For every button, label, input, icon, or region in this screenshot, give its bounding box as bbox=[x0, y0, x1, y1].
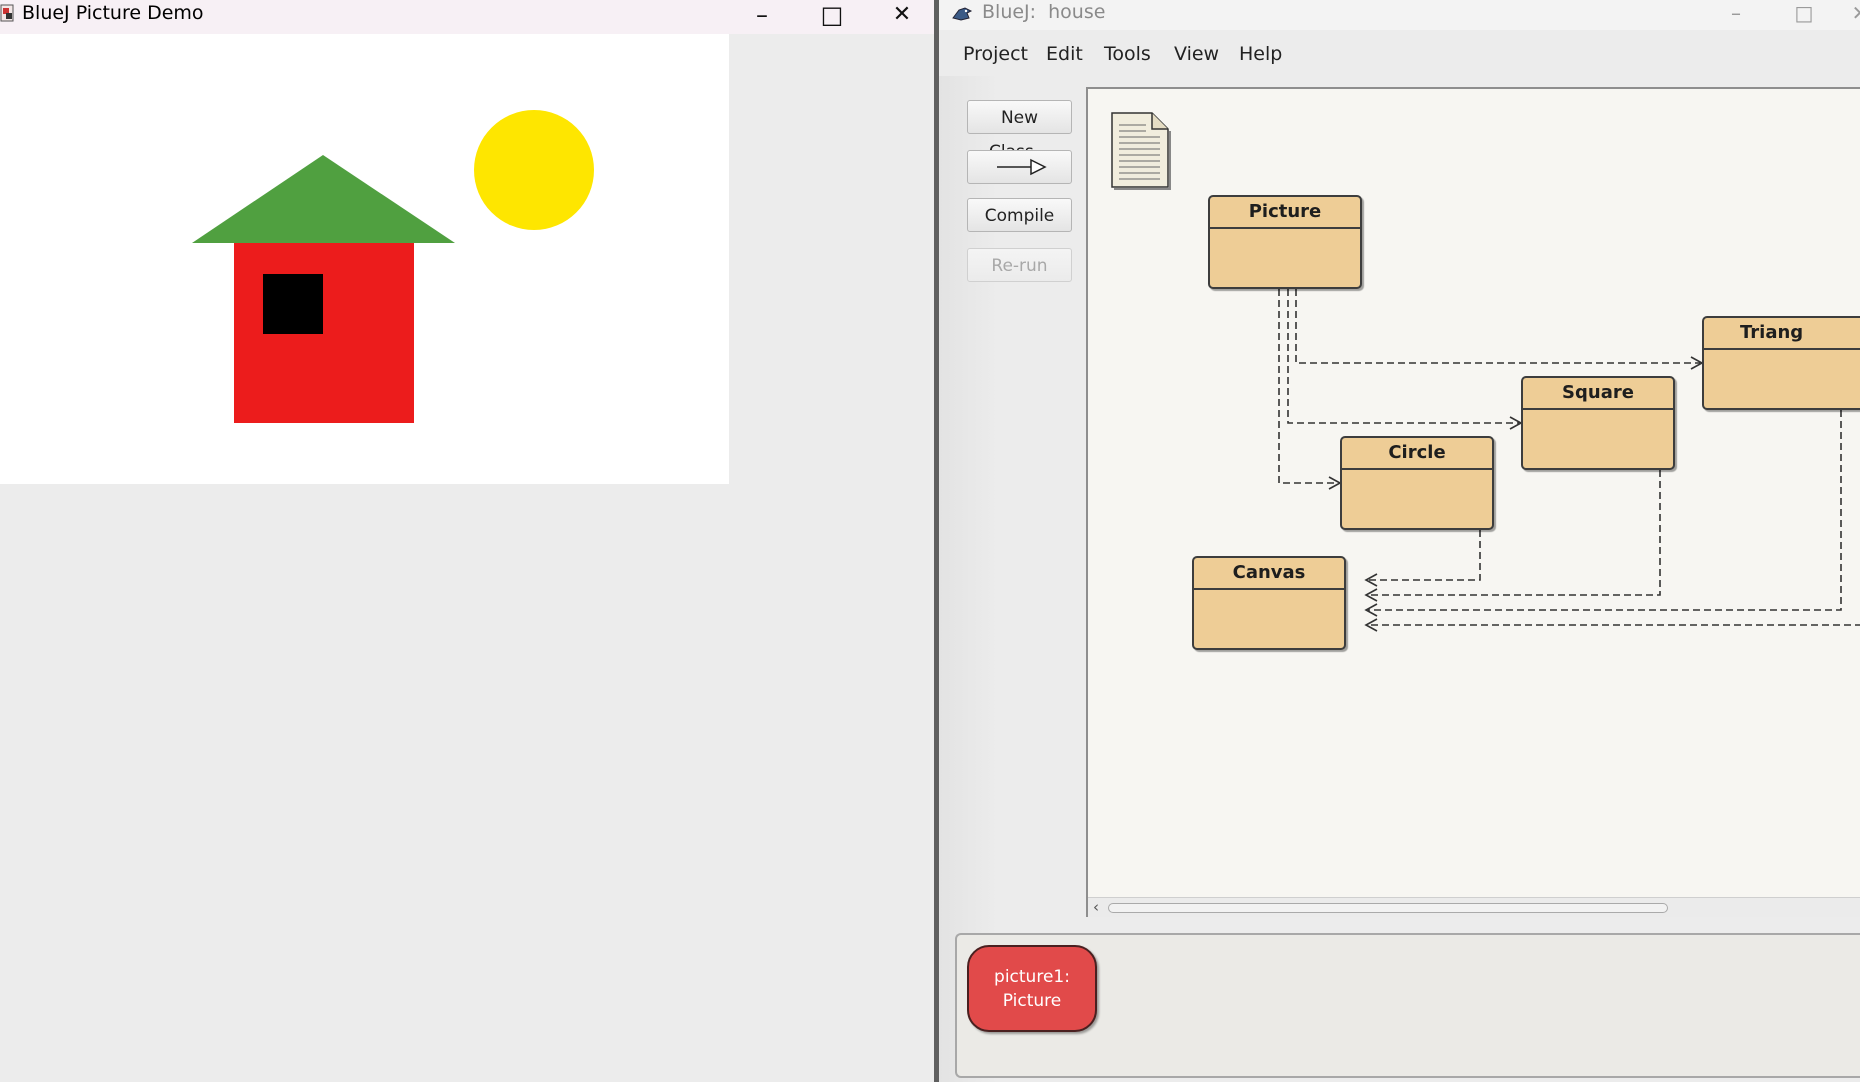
menu-help[interactable]: Help bbox=[1239, 43, 1282, 65]
close-button[interactable]: ✕ bbox=[882, 0, 922, 32]
minimize-button[interactable]: – bbox=[1721, 0, 1751, 28]
inheritance-arrow-icon bbox=[997, 158, 1047, 176]
menu-project[interactable]: Project bbox=[963, 43, 1028, 65]
class-name-label: Square bbox=[1523, 378, 1673, 410]
class-name-label: Picture bbox=[1210, 197, 1360, 229]
sun bbox=[474, 110, 594, 230]
bluej-main-window: BlueJ: house – □ ✕ Project Edit Tools Vi… bbox=[939, 0, 1860, 1082]
scroll-left-icon[interactable]: ‹ bbox=[1093, 898, 1099, 916]
picture-canvas bbox=[0, 34, 729, 484]
house-wall bbox=[234, 243, 414, 423]
house-roof bbox=[192, 155, 455, 243]
readme-document-icon[interactable] bbox=[1110, 111, 1172, 191]
demo-window-titlebar: BlueJ Picture Demo – □ ✕ bbox=[0, 0, 936, 34]
arrow-circle-canvas bbox=[1368, 530, 1481, 581]
new-inheritance-arrow-button[interactable] bbox=[967, 150, 1072, 184]
tool-panel: New Class... Compile Re-run bbox=[939, 76, 1087, 1082]
class-diagram[interactable]: Picture Triang Square Circle Canvas bbox=[1086, 87, 1860, 917]
class-square[interactable]: Square bbox=[1521, 376, 1675, 470]
maximize-button[interactable]: □ bbox=[812, 0, 852, 32]
house-window bbox=[263, 274, 323, 334]
maximize-button[interactable]: □ bbox=[1789, 0, 1819, 28]
new-class-button[interactable]: New Class... bbox=[967, 100, 1072, 162]
object-bench: picture1: Picture bbox=[955, 933, 1860, 1078]
menu-edit[interactable]: Edit bbox=[1046, 43, 1083, 65]
compile-button[interactable]: Compile bbox=[967, 198, 1072, 232]
arrow-picture-triangle bbox=[1295, 289, 1700, 364]
minimize-button[interactable]: – bbox=[742, 0, 782, 32]
menu-view[interactable]: View bbox=[1174, 43, 1219, 65]
menu-tools[interactable]: Tools bbox=[1104, 43, 1151, 65]
rerun-button[interactable]: Re-run bbox=[967, 248, 1072, 282]
bluej-app-icon bbox=[0, 4, 14, 22]
class-circle[interactable]: Circle bbox=[1340, 436, 1494, 530]
class-canvas[interactable]: Canvas bbox=[1192, 556, 1346, 650]
horizontal-scrollbar[interactable]: ‹ bbox=[1088, 897, 1860, 917]
class-triangle[interactable]: Triang bbox=[1702, 316, 1860, 410]
demo-window-title: BlueJ Picture Demo bbox=[22, 2, 204, 24]
menu-bar: Project Edit Tools View Help bbox=[939, 30, 1860, 76]
arrow-picture-square bbox=[1287, 289, 1519, 424]
object-type-label: Picture bbox=[1002, 990, 1062, 1011]
house-scene bbox=[192, 110, 594, 423]
bluej-titlebar: BlueJ: house – □ ✕ bbox=[939, 0, 1860, 30]
arrow-picture-circle bbox=[1278, 289, 1338, 484]
class-name-label: Canvas bbox=[1194, 558, 1344, 590]
scrollbar-thumb[interactable] bbox=[1108, 903, 1668, 913]
bluej-window-title: BlueJ: house bbox=[982, 1, 1106, 23]
class-name-label: Triang bbox=[1704, 318, 1860, 350]
class-name-label: Circle bbox=[1342, 438, 1492, 470]
class-picture[interactable]: Picture bbox=[1208, 195, 1362, 289]
object-picture1[interactable]: picture1: Picture bbox=[967, 945, 1097, 1032]
close-button[interactable]: ✕ bbox=[1845, 0, 1860, 28]
object-name-label: picture1: bbox=[994, 966, 1070, 987]
bluej-bird-icon bbox=[952, 7, 973, 21]
